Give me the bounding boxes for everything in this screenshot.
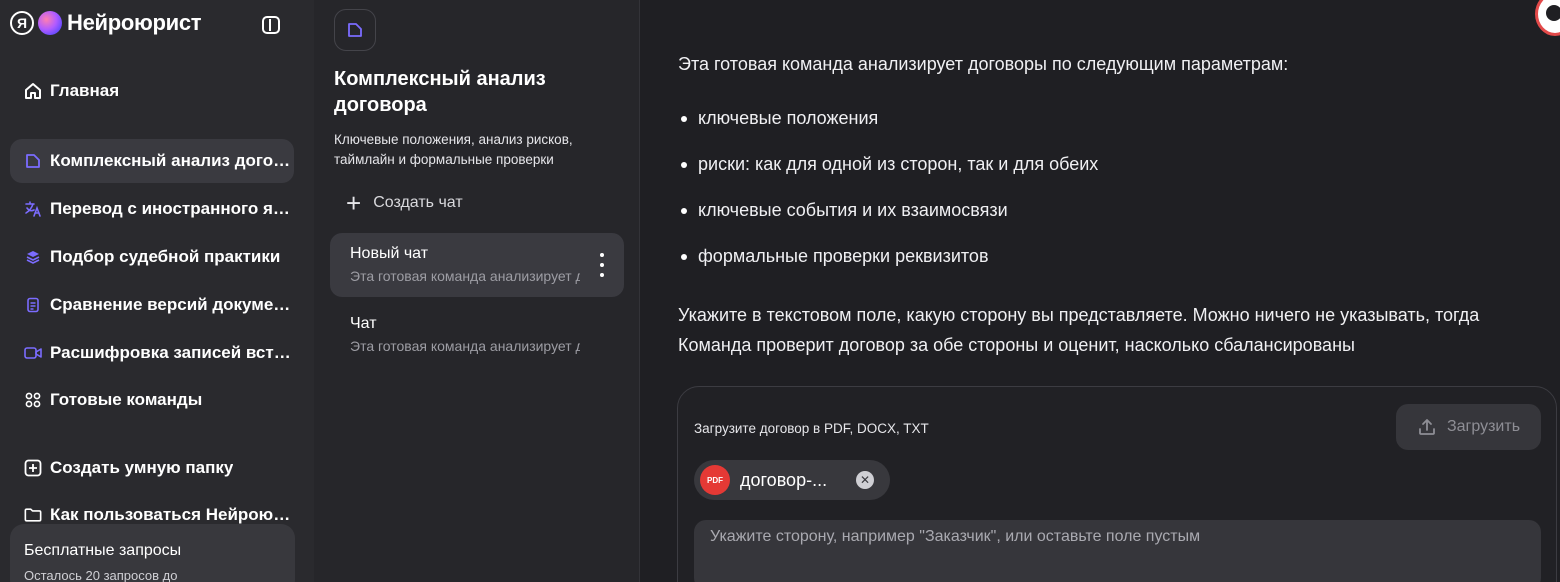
upload-card: Загрузите договор в PDF, DOCX, TXT Загру…	[677, 386, 1557, 582]
sidebar-item-home[interactable]: Главная	[10, 69, 294, 113]
chat-item[interactable]: Новый чат Эта готовая команда анализируе…	[330, 233, 624, 297]
free-requests-card[interactable]: Бесплатные запросы Осталось 20 запросов …	[10, 524, 295, 582]
sidebar: Я Нейроюрист Главная Комплексный анализ …	[0, 0, 314, 582]
chat-preview: Эта готовая команда анализирует договоры	[350, 268, 580, 284]
plus-icon: +	[346, 188, 362, 218]
free-requests-subtitle: Осталось 20 запросов до	[24, 568, 178, 582]
upload-button-label: Загрузить	[1446, 418, 1521, 435]
instruction-text: Укажите в текстовом поле, какую сторону …	[678, 305, 1480, 355]
chat-main: Эта готовая команда анализирует договоры…	[641, 0, 1560, 582]
sidebar-item-translation[interactable]: Перевод с иностранного языка	[10, 187, 294, 231]
team-document-icon	[334, 9, 376, 51]
free-requests-title: Бесплатные запросы	[24, 542, 182, 559]
intro-text: Эта готовая команда анализирует договоры…	[678, 54, 1289, 74]
chat-name: Новый чат	[350, 245, 429, 262]
brand-logo[interactable]: Я Нейроюрист	[10, 9, 202, 37]
team-description: Ключевые положения, анализ рисков, таймл…	[334, 132, 573, 167]
translate-icon	[24, 200, 42, 218]
layers-icon	[24, 248, 42, 266]
home-icon	[24, 82, 42, 100]
create-chat-button[interactable]: + Создать чат	[346, 190, 463, 216]
sidebar-item-transcription[interactable]: Расшифровка записей встреч	[10, 331, 294, 375]
parameters-list: ключевые положения риски: как для одной …	[681, 108, 1098, 292]
team-panel: Комплексный анализ договора Ключевые пол…	[314, 0, 640, 582]
video-icon	[24, 344, 42, 362]
chat-item[interactable]: Чат Эта готовая команда анализирует дого…	[330, 303, 624, 367]
sidebar-item-compare-versions[interactable]: Сравнение версий документов	[10, 283, 294, 327]
document-icon	[24, 152, 42, 170]
team-title: Комплексный анализ договора	[334, 68, 546, 116]
bullet-icon	[681, 116, 687, 122]
create-chat-label: Создать чат	[373, 194, 463, 211]
plus-square-icon	[24, 459, 42, 477]
list-item: ключевые положения	[681, 108, 1098, 154]
side-input[interactable]	[694, 520, 1541, 582]
pdf-file-icon: PDF	[700, 465, 730, 495]
remove-file-icon[interactable]: ✕	[856, 471, 874, 489]
file-name: договор-...	[740, 469, 828, 490]
sidebar-toggle-icon[interactable]	[262, 16, 280, 34]
list-item: риски: как для одной из сторон, так и дл…	[681, 154, 1098, 200]
upload-icon	[1419, 419, 1435, 435]
list-item: формальные проверки реквизитов	[681, 246, 1098, 292]
grid-icon	[24, 391, 42, 409]
neuro-orb-icon	[38, 11, 62, 35]
sidebar-item-case-law[interactable]: Подбор судебной практики	[10, 235, 294, 279]
compare-document-icon	[24, 296, 42, 314]
list-item: ключевые события и их взаимосвязи	[681, 200, 1098, 246]
bullet-icon	[681, 208, 687, 214]
chat-preview: Эта готовая команда анализирует договоры	[350, 338, 580, 354]
upload-button[interactable]: Загрузить	[1396, 404, 1541, 450]
sidebar-item-contract-analysis[interactable]: Комплексный анализ договора	[10, 139, 294, 183]
bullet-icon	[681, 254, 687, 260]
yandex-logo-icon: Я	[10, 11, 34, 35]
brand-name: Нейроюрист	[67, 10, 202, 35]
more-options-icon[interactable]	[600, 253, 604, 277]
folder-icon	[24, 506, 42, 524]
sidebar-item-create-smart-folder[interactable]: Создать умную папку	[10, 446, 294, 490]
chat-name: Чат	[350, 315, 377, 332]
upload-label: Загрузите договор в PDF, DOCX, TXT	[694, 421, 929, 436]
sidebar-item-ready-commands[interactable]: Готовые команды	[10, 378, 294, 422]
attached-file-chip[interactable]: PDF договор-... ✕	[694, 460, 890, 500]
bullet-icon	[681, 162, 687, 168]
